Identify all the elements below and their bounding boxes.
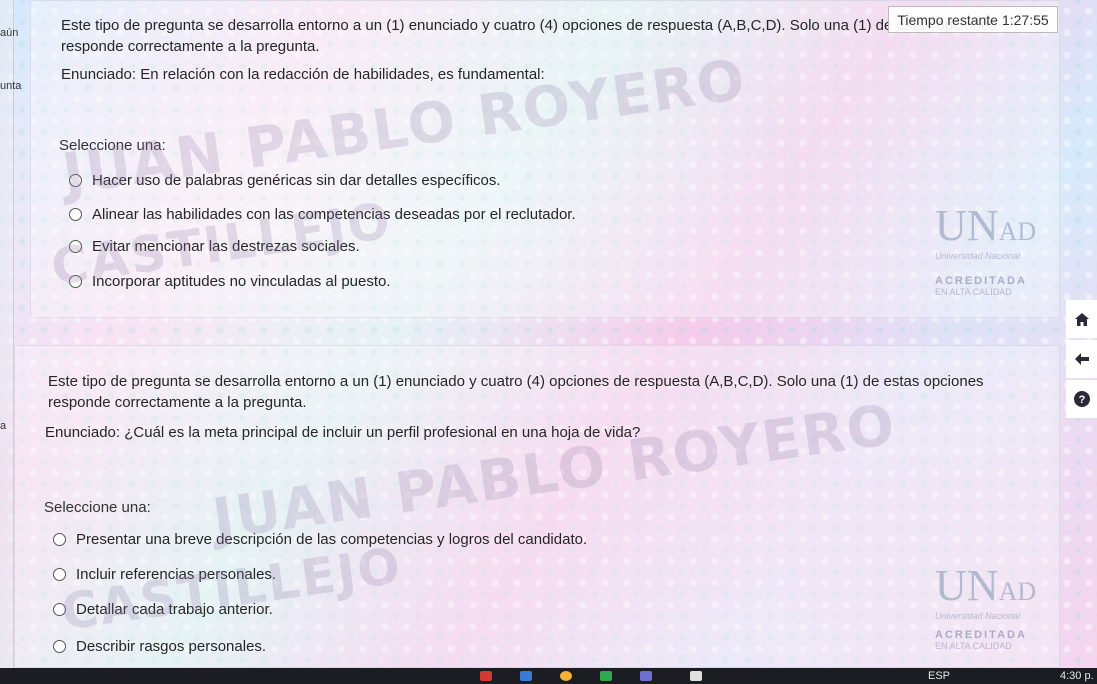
q2-option-c-label: Detallar cada trabajo anterior.	[76, 601, 273, 618]
question-card-1: Este tipo de pregunta se desarrolla ento…	[30, 0, 1060, 318]
radio-button[interactable]	[53, 568, 66, 581]
edge-label-1: aún	[0, 27, 19, 39]
edge-label-2: unta	[0, 80, 22, 92]
app-icon[interactable]	[520, 671, 532, 681]
q1-option-c[interactable]: Evitar mencionar las destrezas sociales.	[69, 238, 360, 255]
radio-button[interactable]	[69, 208, 82, 221]
question-2-statement: Enunciado: ¿Cuál es la meta principal de…	[45, 424, 641, 441]
q1-option-a-label: Hacer uso de palabras genéricas sin dar …	[92, 172, 501, 189]
app-icon[interactable]	[690, 671, 702, 681]
app-icon[interactable]	[480, 671, 492, 681]
clock[interactable]: 4:30 p.	[1060, 670, 1094, 682]
question-card-2: Este tipo de pregunta se desarrolla ento…	[14, 345, 1060, 668]
radio-button[interactable]	[69, 174, 82, 187]
q1-option-d-label: Incorporar aptitudes no vinculadas al pu…	[92, 273, 391, 290]
q1-option-b-label: Alinear las habilidades con las competen…	[92, 206, 576, 223]
timer-label: Tiempo restante	[897, 11, 998, 28]
help-icon[interactable]: ?	[1066, 380, 1097, 418]
q2-option-a[interactable]: Presentar una breve descripción de las c…	[53, 531, 587, 548]
q2-option-b-label: Incluir referencias personales.	[76, 566, 277, 583]
app-icon[interactable]	[560, 671, 572, 681]
q2-option-d-label: Describir rasgos personales.	[76, 638, 267, 655]
timer-value: 1:27:55	[1001, 11, 1049, 28]
left-navigation-edge: aún unta a	[0, 0, 21, 668]
radio-button[interactable]	[69, 275, 82, 288]
radio-button[interactable]	[53, 603, 66, 616]
home-icon[interactable]	[1066, 300, 1097, 338]
q1-option-b[interactable]: Alinear las habilidades con las competen…	[69, 206, 576, 223]
question-2-intro: Este tipo de pregunta se desarrolla ento…	[48, 373, 984, 411]
q1-option-a[interactable]: Hacer uso de palabras genéricas sin dar …	[69, 172, 501, 189]
radio-button[interactable]	[53, 640, 66, 653]
q2-option-d[interactable]: Describir rasgos personales.	[53, 638, 266, 655]
arrow-left-icon[interactable]	[1066, 340, 1097, 378]
app-icon[interactable]	[640, 671, 652, 681]
app-icon[interactable]	[600, 671, 612, 681]
q2-option-a-label: Presentar una breve descripción de las c…	[76, 531, 588, 548]
q2-option-b[interactable]: Incluir referencias personales.	[53, 566, 276, 583]
question-1-statement: Enunciado: En relación con la redacción …	[61, 66, 545, 83]
svg-text:?: ?	[1078, 394, 1085, 406]
time-remaining-box: Tiempo restante 1:27:55	[888, 6, 1058, 33]
radio-button[interactable]	[69, 240, 82, 253]
q1-option-c-label: Evitar mencionar las destrezas sociales.	[92, 238, 360, 255]
question-2-select-label: Seleccione una:	[44, 499, 151, 516]
side-toolbar: ?	[1066, 300, 1097, 420]
taskbar: ESP 4:30 p.	[0, 668, 1097, 684]
radio-button[interactable]	[53, 533, 66, 546]
edge-label-3: a	[0, 420, 7, 432]
language-indicator[interactable]: ESP	[928, 670, 950, 682]
question-1-select-label: Seleccione una:	[59, 137, 166, 154]
q2-option-c[interactable]: Detallar cada trabajo anterior.	[53, 601, 273, 618]
q1-option-d[interactable]: Incorporar aptitudes no vinculadas al pu…	[69, 273, 391, 290]
